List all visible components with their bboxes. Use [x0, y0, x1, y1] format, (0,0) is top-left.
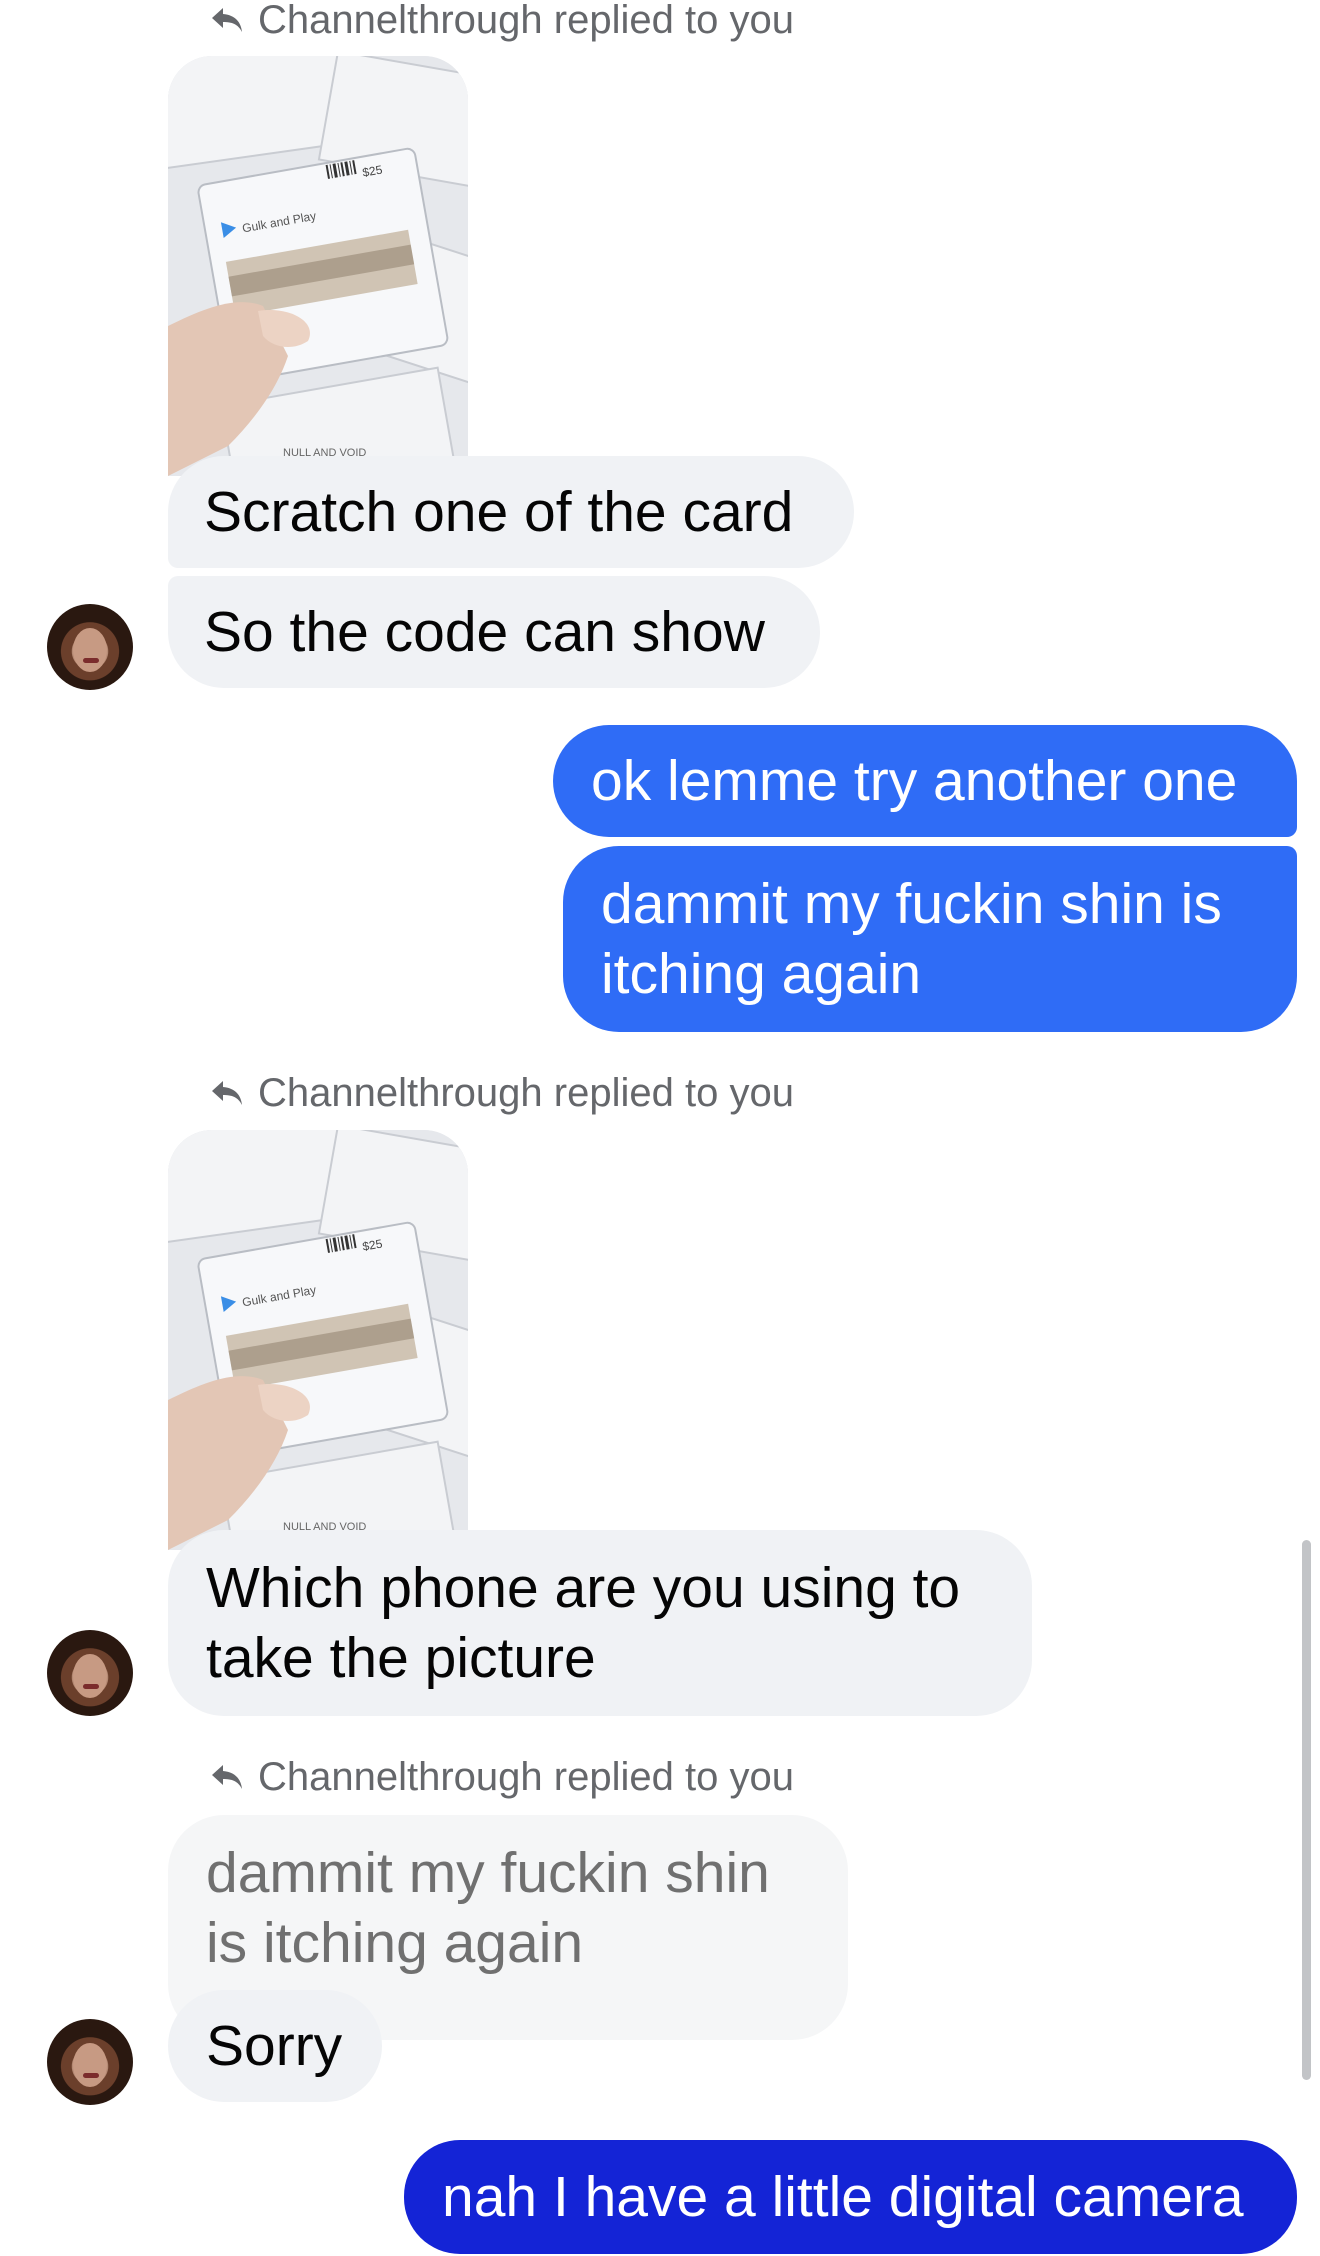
message-text: dammit my fuckin shin is itching again [601, 872, 1222, 1006]
contact-avatar[interactable] [47, 2019, 133, 2105]
message-text: Which phone are you using to take the pi… [206, 1556, 961, 1690]
message-text: Scratch one of the card [204, 480, 794, 544]
quoted-message-text: dammit my fuckin shin is itching again [206, 1841, 770, 1975]
reply-arrow-icon [212, 1081, 242, 1105]
reply-arrow-icon [212, 8, 242, 32]
reply-label-text: Channelthrough replied to you [258, 1755, 794, 1799]
contact-avatar[interactable] [47, 1630, 133, 1716]
message-text: ok lemme try another one [591, 749, 1238, 813]
outgoing-message[interactable]: nah I have a little digital camera [404, 2140, 1297, 2254]
contact-avatar[interactable] [47, 604, 133, 690]
reply-indicator: Channelthrough replied to you [210, 1757, 794, 1797]
incoming-message[interactable]: Sorry [168, 1990, 382, 2102]
message-text: nah I have a little digital camera [442, 2165, 1244, 2229]
reply-label-text: Channelthrough replied to you [258, 1071, 794, 1115]
message-text: So the code can show [204, 600, 765, 664]
incoming-message[interactable]: Scratch one of the card [168, 456, 854, 568]
replied-image-thumbnail[interactable]: Gulk and Play $25 NULL AND VOID [168, 1130, 468, 1550]
outgoing-message[interactable]: ok lemme try another one [553, 725, 1297, 837]
reply-label-text: Channelthrough replied to you [258, 0, 794, 42]
replied-image-thumbnail[interactable]: Gulk and Play $25 NULL AND VOID [168, 56, 468, 476]
reply-indicator: Channelthrough replied to you [210, 0, 794, 40]
incoming-message[interactable]: Which phone are you using to take the pi… [168, 1530, 1032, 1716]
incoming-message[interactable]: So the code can show [168, 576, 820, 688]
outgoing-message[interactable]: dammit my fuckin shin is itching again [563, 846, 1297, 1032]
reply-indicator: Channelthrough replied to you [210, 1073, 794, 1113]
message-text: Sorry [206, 2014, 343, 2078]
scrollbar[interactable] [1302, 1540, 1311, 2080]
reply-arrow-icon [212, 1765, 242, 1789]
